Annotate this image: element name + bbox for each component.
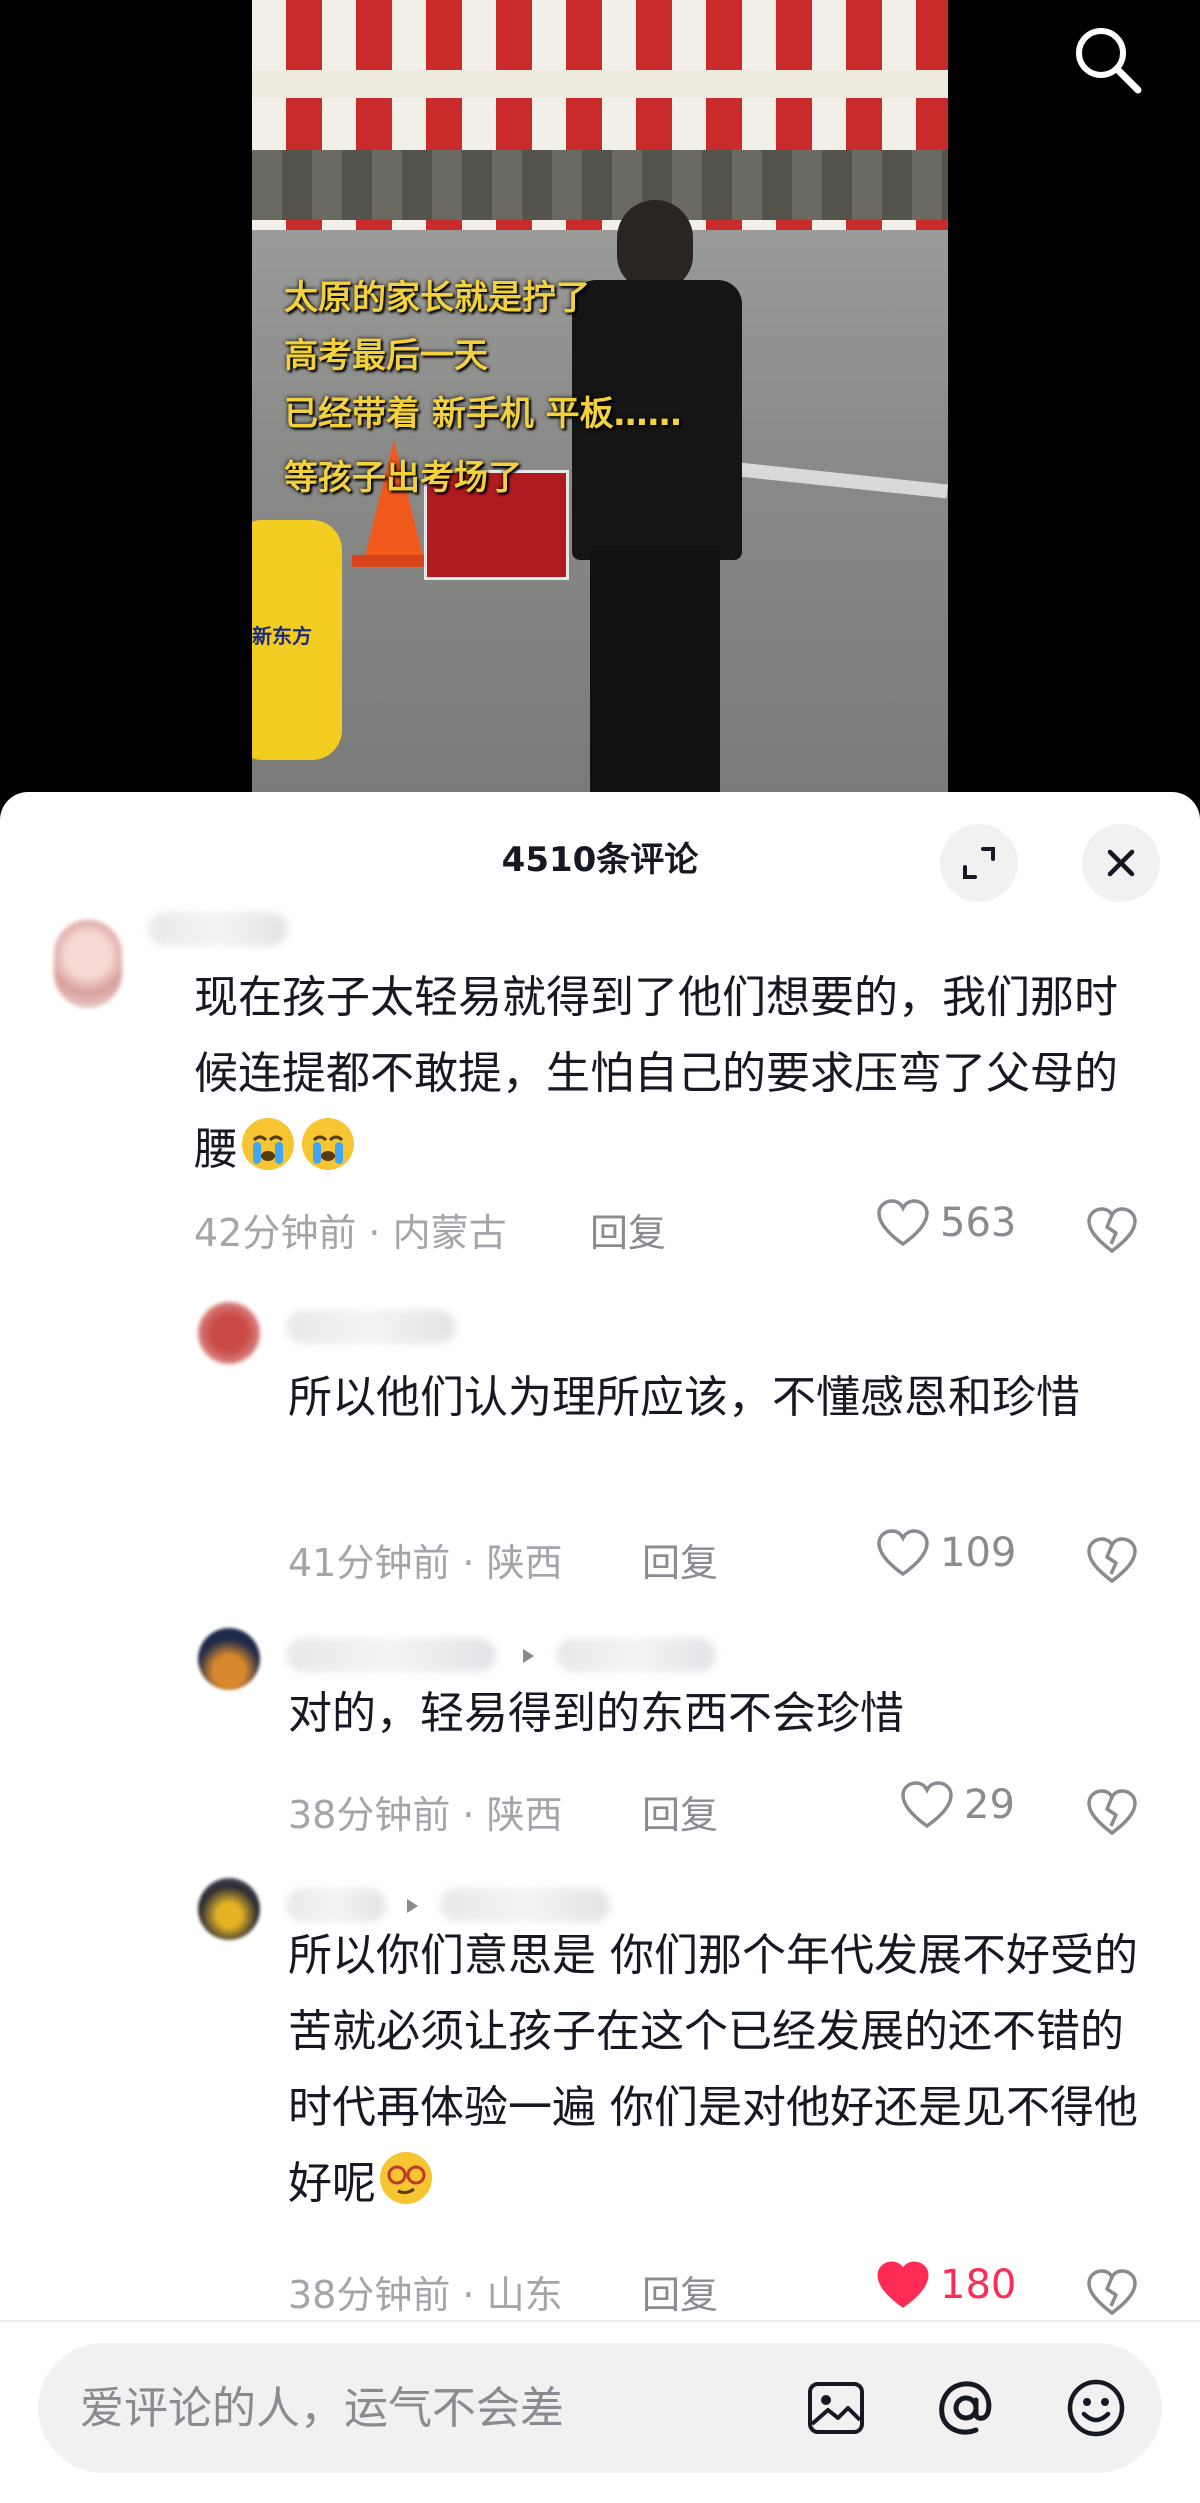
username-blurred[interactable] [286,1888,386,1922]
loudly-crying-emoji [242,1118,294,1170]
like-button[interactable]: 180 [876,2260,1016,2310]
search-button[interactable] [1068,20,1148,100]
expand-icon [963,847,995,879]
reply-button[interactable]: 回复 [642,1532,718,1587]
comment-input-bar [38,2343,1162,2473]
heart-icon [901,1781,953,1829]
heart-filled-icon [877,2261,929,2308]
like-count: 563 [940,1200,1017,1246]
comment-input[interactable] [80,2371,780,2445]
person-head [617,200,693,290]
reply-to-username-blurred[interactable] [556,1638,716,1672]
search-icon [1076,28,1142,94]
reply-button[interactable]: 回复 [642,2264,718,2319]
comment-meta: 41分钟前 · 陕西 [288,1541,563,1585]
reply-item: 所以他们认为理所应该，不懂感恩和珍惜 41分钟前 · 陕西 回复 109 [0,1296,1200,1596]
smug-glasses-emoji [380,2152,432,2204]
reply-button[interactable]: 回复 [642,1784,718,1839]
like-button[interactable]: 563 [876,1198,1016,1248]
dislike-heart-icon[interactable] [1086,1534,1138,1586]
comment-meta: 42分钟前 · 内蒙古 [194,1211,507,1255]
video-frame[interactable]: 新东方 太原的家长就是拧了 高考最后一天 已经带着 新手机 平板…… 等孩子出考… [252,0,948,800]
bag-text: 新东方 [252,624,312,648]
comments-header: 4510条评论 [0,792,1200,922]
video-caption-line-1: 太原的家长就是拧了 [284,278,590,318]
like-count: 109 [940,1530,1017,1576]
reply-item: 所以你们意思是 你们那个年代发展不好受的苦就必须让孩子在这个已经发展的还不错的时… [0,1874,1200,2317]
input-divider [0,2320,1200,2322]
loudly-crying-emoji [302,1118,354,1170]
username-blurred[interactable] [286,1310,456,1344]
reply-to-username-blurred[interactable] [440,1888,610,1922]
reply-item: 对的，轻易得到的东西不会珍惜 38分钟前 · 陕西 回复 29 [0,1624,1200,1844]
comment-text: 所以他们认为理所应该，不懂感恩和珍惜 [288,1372,1080,1423]
dislike-heart-icon[interactable] [1086,1786,1138,1838]
avatar[interactable] [198,1628,260,1690]
like-button[interactable]: 29 [900,1780,1015,1830]
reply-to-arrow-icon [407,1899,418,1913]
like-count: 29 [964,1782,1015,1828]
image-icon[interactable] [804,2376,868,2440]
comment-text: 现在孩子太轻易就得到了他们想要的，我们那时候连提都不敢提，生怕自己的要求压弯了父… [194,960,1124,1188]
username-blurred[interactable] [148,912,288,946]
dislike-heart-icon[interactable] [1086,1204,1138,1256]
expand-button[interactable] [940,824,1018,902]
emoji-smile-icon[interactable] [1064,2376,1128,2440]
heart-icon [877,1199,929,1247]
username-blurred[interactable] [286,1638,496,1672]
comments-count-title: 4510条评论 [501,840,699,880]
reply-button[interactable]: 回复 [590,1202,666,1257]
comment-meta: 38分钟前 · 陕西 [288,1793,563,1837]
video-person [562,200,752,800]
like-count: 180 [940,2262,1017,2308]
video-caption-line-3: 已经带着 新手机 平板…… [284,394,682,434]
dislike-heart-icon[interactable] [1086,2266,1138,2318]
heart-icon [877,1529,929,1577]
video-caption-line-4: 等孩子出考场了 [284,458,522,498]
mention-at-icon[interactable] [934,2376,998,2440]
avatar[interactable] [198,1302,260,1364]
reply-to-arrow-icon [523,1649,534,1663]
like-button[interactable]: 109 [876,1528,1016,1578]
avatar[interactable] [54,920,122,1008]
person-legs [590,550,720,800]
video-player[interactable]: 新东方 太原的家长就是拧了 高考最后一天 已经带着 新手机 平板…… 等孩子出考… [0,0,1200,800]
avatar[interactable] [198,1878,260,1940]
video-building-band [252,70,948,98]
video-caption-line-2: 高考最后一天 [284,336,488,376]
close-icon [1107,849,1135,877]
comment-text: 对的，轻易得到的东西不会珍惜 [288,1688,904,1739]
comment-text: 所以你们意思是 你们那个年代发展不好受的苦就必须让孩子在这个已经发展的还不错的时… [288,1918,1148,2222]
comment-meta: 38分钟前 · 山东 [288,2273,563,2317]
comment-item: 现在孩子太轻易就得到了他们想要的，我们那时候连提都不敢提，生怕自己的要求压弯了父… [0,908,1200,1278]
close-button[interactable] [1082,824,1160,902]
